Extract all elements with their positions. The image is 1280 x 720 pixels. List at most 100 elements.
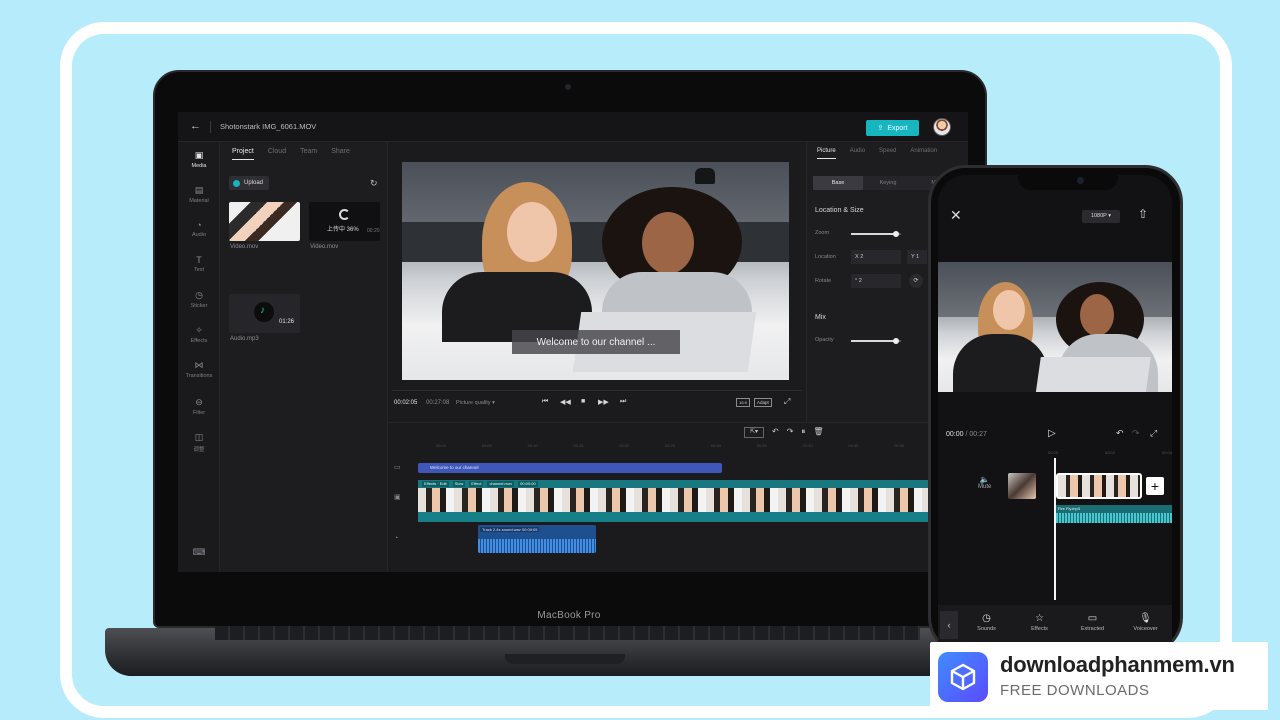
tab-animation[interactable]: Animation [910,148,937,159]
phone-video-clip[interactable] [1056,473,1142,499]
select-tool-icon[interactable]: ⇱▾ [744,427,764,438]
rotate-icon[interactable]: ⟳ [909,274,923,288]
share-icon[interactable]: ⇧ [1138,207,1148,221]
scene-laptop [1035,357,1151,392]
sub-tab-base[interactable]: Base [813,176,863,190]
phone-ruler[interactable]: 00:00 00:02 00:04 [1048,450,1172,455]
undo-icon[interactable]: ↶ [1116,428,1124,439]
rail-item-shortcuts[interactable]: ⌨ [178,547,220,560]
watermark-badge[interactable]: downloadphanmem.vn FREE DOWNLOADS [930,642,1268,710]
phone-camera [1077,177,1084,184]
avatar[interactable] [933,118,951,136]
phone-toolbar: ‹ ◷ Sounds ☆ Effects ▭ Extracted 🎙 Voice… [938,605,1172,645]
video-caption[interactable]: Welcome to our channel ... [512,330,680,354]
resolution-dropdown[interactable]: 1080P ▾ [1082,210,1120,223]
scale-button[interactable]: Adapt [754,398,772,407]
zoom-slider-knob[interactable] [893,231,899,237]
preview-scrubber[interactable] [392,390,802,391]
opacity-slider-knob[interactable] [893,338,899,344]
tab-audio[interactable]: Audio [850,148,865,159]
text-clip[interactable]: Welcome to our channel [418,463,722,473]
topbar-divider [210,121,211,133]
tab-speed[interactable]: Speed [879,148,896,159]
export-button[interactable]: ⇪ Export [866,120,919,136]
ruler-tick: 00:45 [848,443,859,448]
rail-item-audio[interactable]: ◔ Audio [178,220,220,238]
sub-tab-keying[interactable]: Keying [863,176,913,190]
mute-button[interactable]: 🔈 Mute [978,475,991,490]
opacity-slider[interactable] [851,338,901,344]
picture-quality-dropdown[interactable]: Picture quality ▾ [456,400,495,406]
media-thumbnail-video[interactable] [229,202,300,241]
zoom-slider-fill [851,233,896,235]
rail-item-transitions[interactable]: ⋈ Transitions [178,360,220,379]
tab-team[interactable]: Team [300,148,317,160]
phone-video-preview[interactable] [938,262,1172,392]
rail-item-filter[interactable]: ⊖ Filter [178,397,220,416]
ratio-button[interactable]: 16:9 [736,398,750,407]
add-clip-button[interactable]: + [1146,477,1164,495]
refresh-icon[interactable]: ↻ [370,178,378,189]
tab-project[interactable]: Project [232,148,254,160]
rail-item-material[interactable]: ▤ Material [178,185,220,204]
effects-icon: ✧ [195,325,203,335]
skip-start-icon[interactable]: ⏮ [542,398,548,406]
rail-label: Transitions [185,373,213,379]
phone-current-time: 00:00 [946,431,964,438]
audio-clip[interactable]: Track 2.4s sound.wav 00:00:05 [478,525,596,553]
rail-label: 调整 [193,447,205,453]
zoom-slider[interactable] [851,231,901,237]
tool-extracted[interactable]: ▭ Extracted [1066,605,1119,645]
delete-icon[interactable]: 🗑 [813,427,823,438]
rail-item-text[interactable]: T Text [178,255,220,273]
media-thumbnail-audio[interactable]: ♪ 01:26 [229,294,300,333]
play-icon[interactable]: ▷ [1048,428,1056,439]
upload-button[interactable]: Upload [229,176,270,190]
ruler-tick: 00:00 [1048,450,1059,455]
split-icon[interactable]: ⏸ [801,427,805,438]
rail-item-media[interactable]: ▣ Media [178,150,220,169]
media-name: Video.mov [230,244,259,250]
rotate-input[interactable]: ° 2 [851,274,901,288]
step-forward-icon[interactable]: ▶▶ [598,398,609,406]
undo-icon[interactable]: ↶ [772,427,779,438]
video-clip-header[interactable]: Effects · Edit Slow Effect channel.mov 0… [418,480,968,488]
skip-end-icon[interactable]: ⏭ [620,398,626,406]
redo-icon[interactable]: ↷ [1132,428,1140,439]
location-label: Location [815,254,836,260]
tool-effects[interactable]: ☆ Effects [1013,605,1066,645]
step-back-icon[interactable]: ◀◀ [560,398,571,406]
cover-thumbnail[interactable] [1008,473,1036,499]
phone-time: 00:00 / 00:27 [946,431,987,438]
close-icon[interactable]: ✕ [950,207,962,224]
video-chip: Slow [452,481,466,487]
stop-icon[interactable]: ■ [581,398,585,405]
tab-cloud[interactable]: Cloud [268,148,286,160]
rail-label: Text [193,267,205,273]
sticker-icon: ◷ [195,290,203,300]
rail-item-sticker[interactable]: ◷ Sticker [178,290,220,309]
location-x-input[interactable]: X 2 [851,250,901,264]
tab-picture[interactable]: Picture [817,148,836,159]
expand-icon[interactable]: ⤢ [1150,428,1157,439]
tab-share[interactable]: Share [331,148,350,160]
phone-audio-clip[interactable]: Fire Fly.mp3 [1056,505,1172,523]
chevron-left-icon[interactable]: ‹ [940,611,958,639]
fullscreen-icon[interactable]: ⤢ [784,397,790,407]
tool-sounds[interactable]: ◷ Sounds [960,605,1013,645]
media-panel: Project Cloud Team Share Upload ↻ Video.… [220,142,388,572]
opacity-label: Opacity [815,337,834,343]
back-arrow-icon[interactable]: ← [190,120,201,132]
rail-item-adjust[interactable]: ◫ 调整 [178,432,220,453]
timeline-ruler[interactable]: 00:00 00:05 00:10 00:15 00:20 00:25 00:3… [418,443,968,453]
redo-icon[interactable]: ↷ [787,427,794,438]
media-thumbnail-uploading[interactable]: 上传中 36% 00:20 [309,202,380,241]
video-preview[interactable]: Welcome to our channel ... [402,162,789,380]
scene-person-left-face [507,202,557,262]
video-clip[interactable] [418,488,968,522]
phone-playhead[interactable] [1054,458,1056,600]
location-y-input[interactable]: Y 1 [907,250,927,264]
rail-item-effects[interactable]: ✧ Effects [178,325,220,344]
tool-voiceover[interactable]: 🎙 Voiceover [1119,605,1172,645]
audio-chip: Track 2.4s sound.wav 00:00:05 [480,527,540,532]
